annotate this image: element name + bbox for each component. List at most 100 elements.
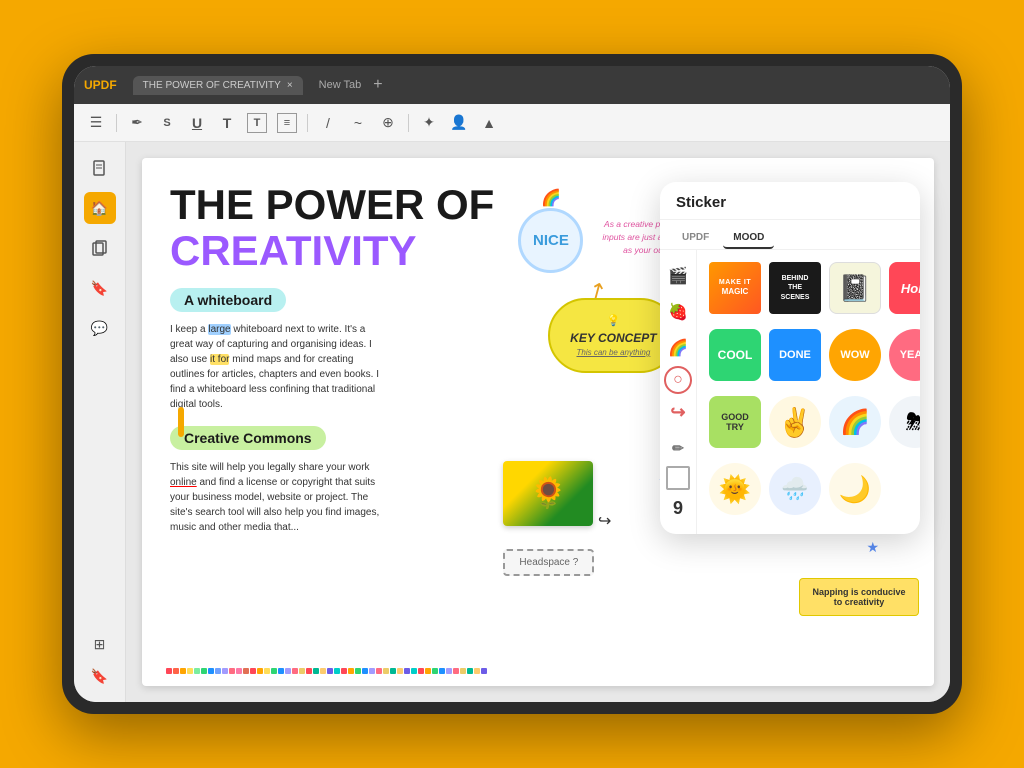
sidebar-icon-bookmark2[interactable]: 🔖 <box>84 660 116 692</box>
key-concept-sub: This can be anything <box>568 348 658 357</box>
toolbar-shape-icon[interactable]: ⊕ <box>378 113 398 133</box>
hola-sticker[interactable]: Hola <box>889 262 920 314</box>
sticker-panel-body: 🎬 🍓 🌈 ○ ↪ ✏ 9 <box>660 250 920 534</box>
dot-peach3 <box>474 668 480 674</box>
cool-sticker[interactable]: COOL <box>709 329 761 381</box>
dot-gold2 <box>383 668 389 674</box>
toolbar-underline-icon[interactable]: U <box>187 113 207 133</box>
napping-box: Napping is conducive to creativity <box>799 578 919 616</box>
dot-green4 <box>355 668 361 674</box>
sidebar-icon-layers[interactable]: ⊞ <box>84 628 116 660</box>
tab-close-icon[interactable]: × <box>287 80 293 91</box>
active-tab[interactable]: THE POWER OF CREATIVITY × <box>133 76 303 95</box>
dot-violet3 <box>481 668 487 674</box>
toolbar-text2-icon[interactable]: T <box>247 113 267 133</box>
dot-gold <box>299 668 305 674</box>
rain-sticker[interactable]: 🌧️ <box>769 463 821 515</box>
dot-blue <box>208 668 214 674</box>
section2-text: This site will help you legally share yo… <box>170 460 390 535</box>
dot-pink2 <box>236 668 242 674</box>
sun-sticker[interactable]: 🌞 <box>709 463 761 515</box>
dot-green3 <box>271 668 277 674</box>
behind-scenes-sticker[interactable]: BEHIND THE SCENES <box>769 262 821 314</box>
yeah-sticker[interactable]: YEAH <box>889 329 920 381</box>
dot-green <box>194 668 200 674</box>
dot-purple2 <box>285 668 291 674</box>
new-tab-button[interactable]: + <box>373 76 382 94</box>
dot-red <box>166 668 172 674</box>
dot-red5 <box>418 668 424 674</box>
toolbar-pen-icon[interactable]: ✒ <box>127 113 147 133</box>
toolbar-menu-icon[interactable]: ☰ <box>86 113 106 133</box>
toolbar-strikethrough-icon[interactable]: S <box>157 113 177 133</box>
dot-pink3 <box>292 668 298 674</box>
left-sticker-pencil[interactable]: ✏ <box>660 430 696 466</box>
dot-pink4 <box>376 668 382 674</box>
edge-indicator <box>178 407 184 437</box>
updf-logo: UPDF <box>84 78 117 92</box>
key-concept-cloud: 💡 KEY CONCEPT This can be anything <box>548 298 678 373</box>
rainbow-sticker[interactable]: 🌈 <box>829 396 881 448</box>
left-sticker-arrow[interactable]: ↪ <box>660 394 696 430</box>
sticker-panel[interactable]: Sticker UPDF MOOD 🎬 🍓 🌈 ○ ↪ <box>660 182 920 534</box>
tab-updf[interactable]: UPDF <box>672 228 719 249</box>
left-sticker-rainbow[interactable]: 🌈 <box>660 330 696 366</box>
sticker-tabs: UPDF MOOD <box>660 220 920 250</box>
dot-yellow2 <box>264 668 270 674</box>
dots-bar <box>142 668 934 678</box>
section2-badge: Creative Commons <box>170 426 326 450</box>
dot-teal2 <box>390 668 396 674</box>
left-sticker-bubble[interactable]: ○ <box>664 366 692 394</box>
section1-text: I keep a large whiteboard next to write.… <box>170 322 390 412</box>
tab-mood[interactable]: MOOD <box>723 228 774 249</box>
dot-cyan2 <box>411 668 417 674</box>
dot-teal <box>313 668 319 674</box>
dot-pink <box>229 668 235 674</box>
doc-area[interactable]: THE POWER OF CREATIVITY A whiteboard I k… <box>126 142 950 702</box>
dot-green5 <box>432 668 438 674</box>
toolbar-textbox-icon[interactable]: ≡ <box>277 113 297 133</box>
dot-teal3 <box>467 668 473 674</box>
toolbar: ☰ ✒ S U T T ≡ / ~ ⊕ ✦ 👤 ▲ <box>74 104 950 142</box>
notepad-sticker[interactable]: 📓 <box>829 262 881 314</box>
toolbar-text-icon[interactable]: T <box>217 113 237 133</box>
dot-red3 <box>306 668 312 674</box>
toolbar-curve-icon[interactable]: ~ <box>348 113 368 133</box>
toolbar-user-icon[interactable]: 👤 <box>449 113 469 133</box>
left-sticker-nine[interactable]: 9 <box>660 490 696 526</box>
underline-online: online <box>170 477 197 488</box>
sidebar-icon-home[interactable]: 🏠 <box>84 192 116 224</box>
curly-arrow: ↩ <box>598 511 611 531</box>
top-bar: UPDF THE POWER OF CREATIVITY × New Tab + <box>74 66 950 104</box>
goodtry-sticker[interactable]: GOODTRY <box>709 396 761 448</box>
magic-sticker[interactable]: MAKE IT MAGIC <box>709 262 761 314</box>
headspace-box: Headspace ? <box>503 549 594 576</box>
toolbar-more-icon[interactable]: ▲ <box>479 113 499 133</box>
left-sticker-film[interactable]: 🎬 <box>660 258 696 294</box>
dot-blue3 <box>278 668 284 674</box>
toolbar-sticker-icon[interactable]: ✦ <box>419 113 439 133</box>
dot-orange2 <box>257 668 263 674</box>
sidebar-icon-bookmark[interactable]: 🔖 <box>84 272 116 304</box>
hand-sticker[interactable]: ✌️ <box>769 396 821 448</box>
left-sticker-square[interactable] <box>666 466 690 490</box>
dot-violet2 <box>404 668 410 674</box>
moon-sticker[interactable]: 🌙 <box>829 463 881 515</box>
nice-sticker: NICE <box>518 208 583 273</box>
dot-gold3 <box>460 668 466 674</box>
sidebar-icon-comment[interactable]: 💬 <box>84 312 116 344</box>
toolbar-line-icon[interactable]: / <box>318 113 338 133</box>
dot-violet <box>327 668 333 674</box>
left-sticker-strawberry[interactable]: 🍓 <box>660 294 696 330</box>
thunder-sticker[interactable]: ⛈ <box>889 396 920 448</box>
dot-blue5 <box>439 668 445 674</box>
done-sticker[interactable]: DONE <box>769 329 821 381</box>
sunflower-image: 🌻 <box>503 461 593 526</box>
dot-purple3 <box>369 668 375 674</box>
new-tab-label: New Tab <box>319 79 362 91</box>
content-area: 🏠 🔖 💬 ⊞ 🔖 THE POWER OF CREATIV <box>74 142 950 702</box>
dot-orange4 <box>425 668 431 674</box>
sidebar-icon-document[interactable] <box>84 152 116 184</box>
wow-sticker[interactable]: WOW <box>829 329 881 381</box>
sidebar-icon-pages[interactable] <box>84 232 116 264</box>
